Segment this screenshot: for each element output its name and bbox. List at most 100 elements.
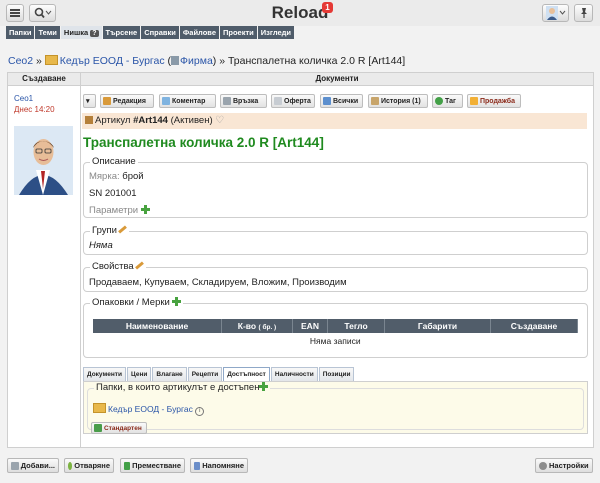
- edit-label: Редакция: [113, 97, 146, 105]
- breadcrumb-root[interactable]: Сео2: [8, 55, 33, 67]
- tab-recipes[interactable]: Рецепти: [187, 367, 223, 381]
- col-qty-unit: ( бр. ): [258, 324, 277, 331]
- tab-panel-availability: Папки, в които артикулът е достъпен Кедъ…: [83, 381, 588, 434]
- breadcrumb-current: Транспалетна количка 2.0 R [Art144]: [227, 55, 406, 67]
- column-header-documents: Документи: [81, 73, 593, 86]
- tag-button[interactable]: Таг: [432, 94, 463, 108]
- tab-embedding[interactable]: Влагане: [152, 367, 187, 381]
- params-row: Параметри: [89, 205, 150, 216]
- access-legend-label: Папки, в които артикулът е достъпен: [96, 382, 260, 393]
- article-header: Артикул #Art144 (Активен) ♡: [82, 113, 587, 129]
- nav-item-thread-label: Нишка: [63, 28, 89, 37]
- col-dimensions[interactable]: Габарити: [384, 319, 491, 333]
- firm-icon: [171, 56, 180, 65]
- main-nav: Папки Теми Нишка ? Търсене Справки Файло…: [6, 26, 295, 39]
- edit-groups-icon[interactable]: [118, 225, 127, 234]
- info-icon[interactable]: i: [195, 407, 205, 416]
- access-folder-row: Кедър ЕООД - Бургас i: [93, 403, 205, 416]
- comment-button[interactable]: Коментар: [159, 94, 216, 108]
- unit-row: Мярка: брой: [89, 171, 144, 182]
- offer-button[interactable]: Оферта: [271, 94, 315, 108]
- nav-item-reports[interactable]: Справки: [141, 26, 179, 39]
- toolbar-dropdown-button[interactable]: ▾: [83, 94, 96, 108]
- tag-label: Таг: [445, 97, 456, 105]
- standard-label: Стандартен: [104, 424, 142, 432]
- remind-label: Напомняне: [202, 461, 244, 470]
- article-status: (Активен): [170, 115, 213, 126]
- col-created[interactable]: Създаване: [490, 319, 578, 333]
- nav-item-files[interactable]: Файлове: [179, 26, 219, 39]
- creator-name[interactable]: Сео1: [14, 94, 33, 103]
- open-icon: [68, 461, 73, 470]
- move-button[interactable]: Преместване: [120, 458, 185, 473]
- nav-item-search[interactable]: Търсене: [102, 26, 141, 39]
- packaging-legend-label: Опаковки / Мерки: [92, 297, 170, 308]
- sale-button[interactable]: Продажба: [467, 94, 521, 108]
- nav-item-projects[interactable]: Проекти: [220, 26, 257, 39]
- standard-button[interactable]: Стандартен: [91, 422, 147, 434]
- table-row: Няма записи: [93, 333, 578, 349]
- folder-icon: [44, 55, 58, 65]
- add-button[interactable]: Добави...: [7, 458, 59, 473]
- properties-value: Продаваем, Купуваем, Складируем, Вложим,…: [89, 277, 347, 288]
- user-photo-icon: [14, 126, 73, 195]
- all-button[interactable]: Всички: [320, 94, 363, 108]
- nav-item-topics[interactable]: Теми: [35, 26, 60, 39]
- edit-properties-icon[interactable]: [134, 261, 144, 270]
- tab-documents[interactable]: Документи: [83, 367, 126, 381]
- col-qty[interactable]: К-во ( бр. ): [221, 319, 293, 333]
- gear-icon: [539, 461, 547, 470]
- breadcrumb-firm[interactable]: Фирма: [180, 55, 213, 67]
- description-legend: Описание: [90, 156, 138, 167]
- tab-availability[interactable]: Достъпност: [223, 367, 270, 382]
- serial-number: SN 201001: [89, 188, 137, 199]
- nav-item-thread[interactable]: Нишка ?: [60, 26, 102, 39]
- add-param-icon[interactable]: [140, 205, 150, 214]
- standard-icon: [94, 424, 102, 432]
- tab-stock[interactable]: Наличности: [270, 367, 318, 381]
- remind-button[interactable]: Напомняне: [190, 458, 248, 473]
- col-qty-label: К-во: [237, 321, 257, 331]
- help-badge: ?: [90, 30, 99, 37]
- params-label: Параметри: [89, 205, 139, 216]
- nav-item-folders[interactable]: Папки: [6, 26, 35, 39]
- add-packaging-icon[interactable]: [172, 297, 182, 306]
- col-ean[interactable]: EAN: [292, 319, 328, 333]
- avatar: [14, 126, 73, 195]
- move-icon: [124, 461, 131, 470]
- offer-label: Оферта: [284, 97, 311, 105]
- edit-button[interactable]: Редакция: [100, 94, 154, 108]
- unit-label: Мярка:: [89, 171, 120, 182]
- app-title: Reload: [271, 3, 329, 22]
- settings-button[interactable]: Настройки: [535, 458, 593, 473]
- user-menu-button[interactable]: [542, 4, 569, 22]
- article-code: #Art144: [133, 115, 168, 126]
- groups-value: Няма: [89, 240, 113, 251]
- pin-button[interactable]: [574, 4, 593, 22]
- notification-badge[interactable]: 1: [322, 2, 333, 13]
- link-icon: [223, 97, 231, 105]
- tab-prices[interactable]: Цени: [127, 367, 152, 381]
- packaging-header-row: Наименование К-во ( бр. ) EAN Тегло Габа…: [93, 319, 578, 333]
- sale-label: Продажба: [480, 97, 516, 105]
- access-folder-link[interactable]: Кедър ЕООД - Бургас: [108, 404, 193, 414]
- col-name[interactable]: Наименование: [93, 319, 222, 333]
- folder-icon: [93, 403, 106, 413]
- open-button[interactable]: Отваряне: [64, 458, 114, 473]
- link-button[interactable]: Връзка: [220, 94, 267, 108]
- tabs: Документи Цени Влагане Рецепти Достъпнос…: [83, 367, 355, 382]
- breadcrumb-sep-2: »: [219, 55, 226, 67]
- breadcrumb-sep: »: [36, 55, 42, 67]
- properties-legend: Свойства: [90, 261, 146, 272]
- add-folder-icon[interactable]: [259, 382, 269, 391]
- bell-icon: [194, 461, 201, 470]
- creator-time: Днес 14:20: [14, 105, 55, 114]
- packaging-legend: Опаковки / Мерки: [90, 297, 184, 308]
- nav-item-views[interactable]: Изгледи: [257, 26, 295, 39]
- history-button[interactable]: История (1): [368, 94, 428, 108]
- breadcrumb-company[interactable]: Кедър ЕООД - Бургас: [60, 55, 165, 67]
- tab-positions[interactable]: Позиции: [318, 367, 355, 381]
- heart-icon[interactable]: ♡: [215, 115, 224, 126]
- col-weight[interactable]: Тегло: [327, 319, 385, 333]
- open-label: Отваряне: [74, 461, 110, 470]
